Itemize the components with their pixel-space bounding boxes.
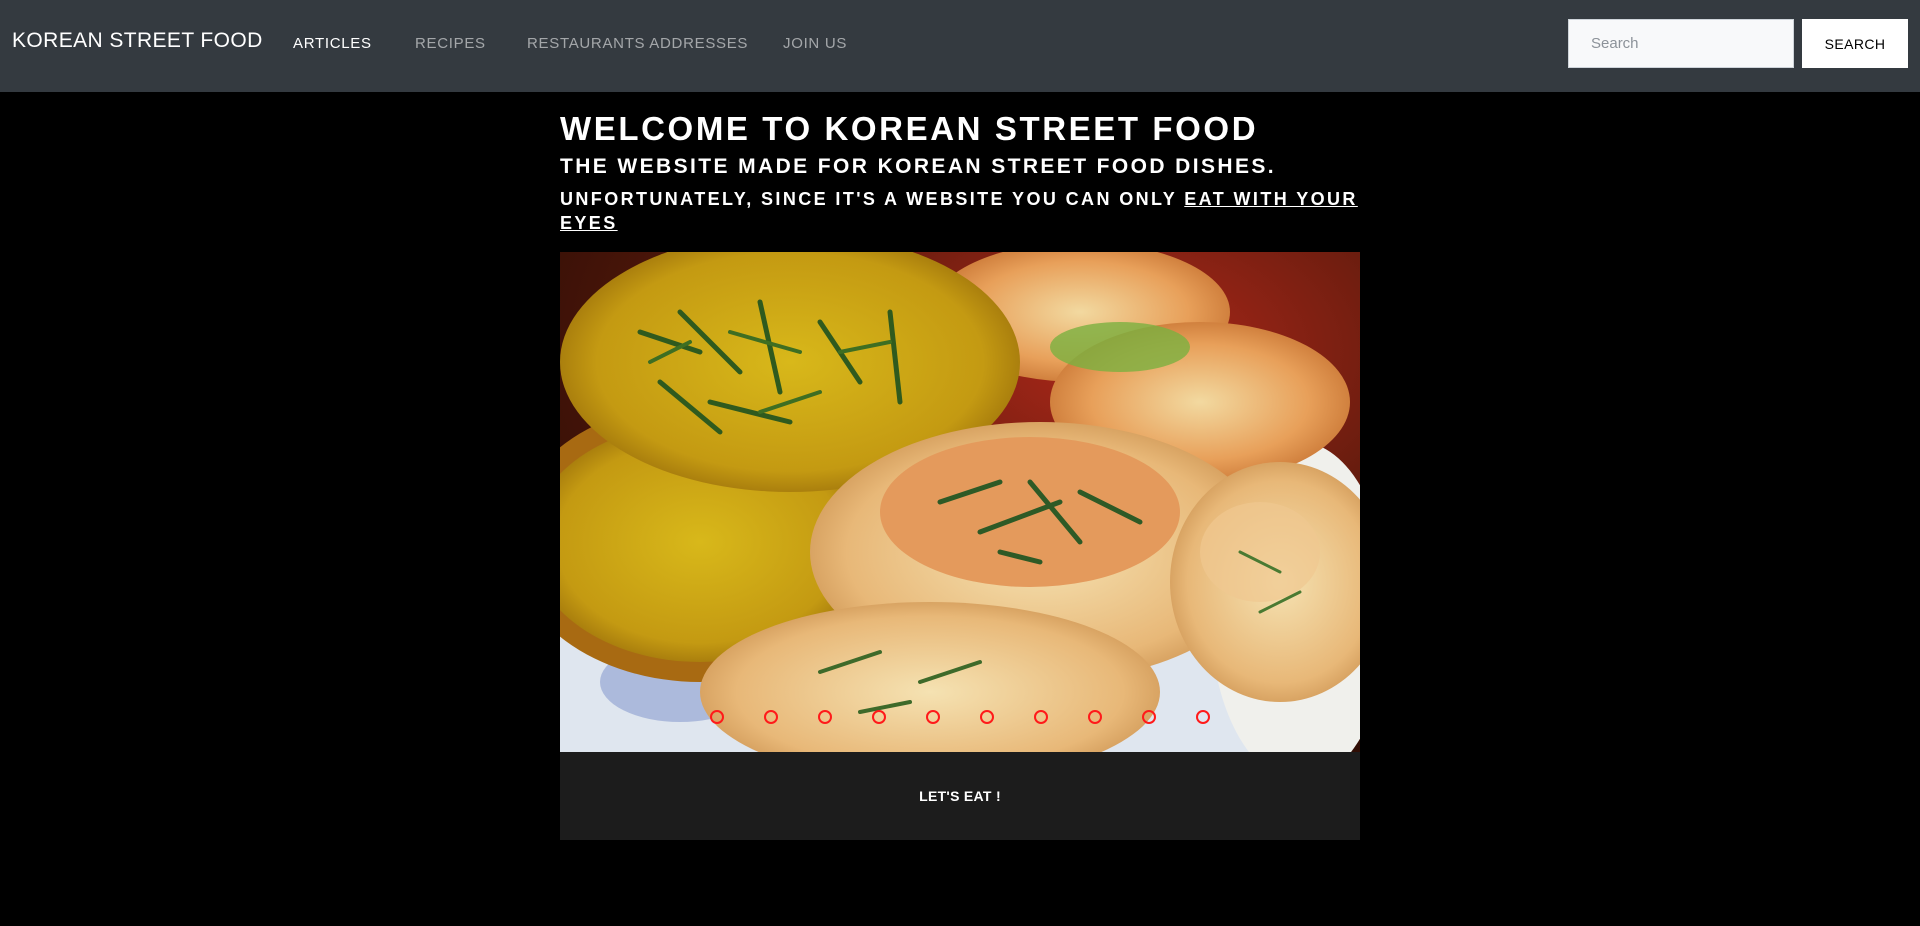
- nav-link-restaurants-addresses[interactable]: RESTAURANTS ADDRESSES: [527, 35, 748, 52]
- carousel-indicator-7[interactable]: [1034, 710, 1048, 724]
- hero-heading-section: WELCOME TO KOREAN STREET FOOD THE WEBSIT…: [560, 110, 1360, 235]
- carousel-indicator-1[interactable]: [710, 710, 724, 724]
- carousel-indicator-4[interactable]: [872, 710, 886, 724]
- carousel-indicator-8[interactable]: [1088, 710, 1102, 724]
- nav-link-recipes[interactable]: RECIPES: [415, 35, 486, 52]
- nav-link-join-us[interactable]: JOIN US: [783, 35, 847, 52]
- nav-link-articles[interactable]: ARTICLES: [293, 35, 372, 52]
- lets-eat-button[interactable]: LET'S EAT !: [919, 788, 1001, 804]
- search-input[interactable]: [1568, 19, 1794, 68]
- page-tagline: UNFORTUNATELY, SINCE IT'S A WEBSITE YOU …: [560, 187, 1360, 235]
- top-navbar: KOREAN STREET FOOD ARTICLES RECIPES REST…: [0, 0, 1920, 92]
- site-brand[interactable]: KOREAN STREET FOOD: [12, 29, 263, 53]
- tagline-text: UNFORTUNATELY, SINCE IT'S A WEBSITE YOU …: [560, 189, 1185, 209]
- page-title: WELCOME TO KOREAN STREET FOOD: [560, 110, 1259, 147]
- carousel-indicator-6[interactable]: [980, 710, 994, 724]
- korean-pancakes-image: [560, 252, 1360, 752]
- food-image-carousel[interactable]: [560, 252, 1360, 752]
- carousel-indicator-10[interactable]: [1196, 710, 1210, 724]
- cta-bar: LET'S EAT !: [560, 752, 1360, 840]
- carousel-indicator-3[interactable]: [818, 710, 832, 724]
- carousel-indicator-5[interactable]: [926, 710, 940, 724]
- carousel-indicator-2[interactable]: [764, 710, 778, 724]
- search-button[interactable]: SEARCH: [1802, 19, 1908, 68]
- carousel-indicator-9[interactable]: [1142, 710, 1156, 724]
- carousel-indicators: [560, 710, 1360, 724]
- page-subtitle: THE WEBSITE MADE FOR KOREAN STREET FOOD …: [560, 155, 1276, 178]
